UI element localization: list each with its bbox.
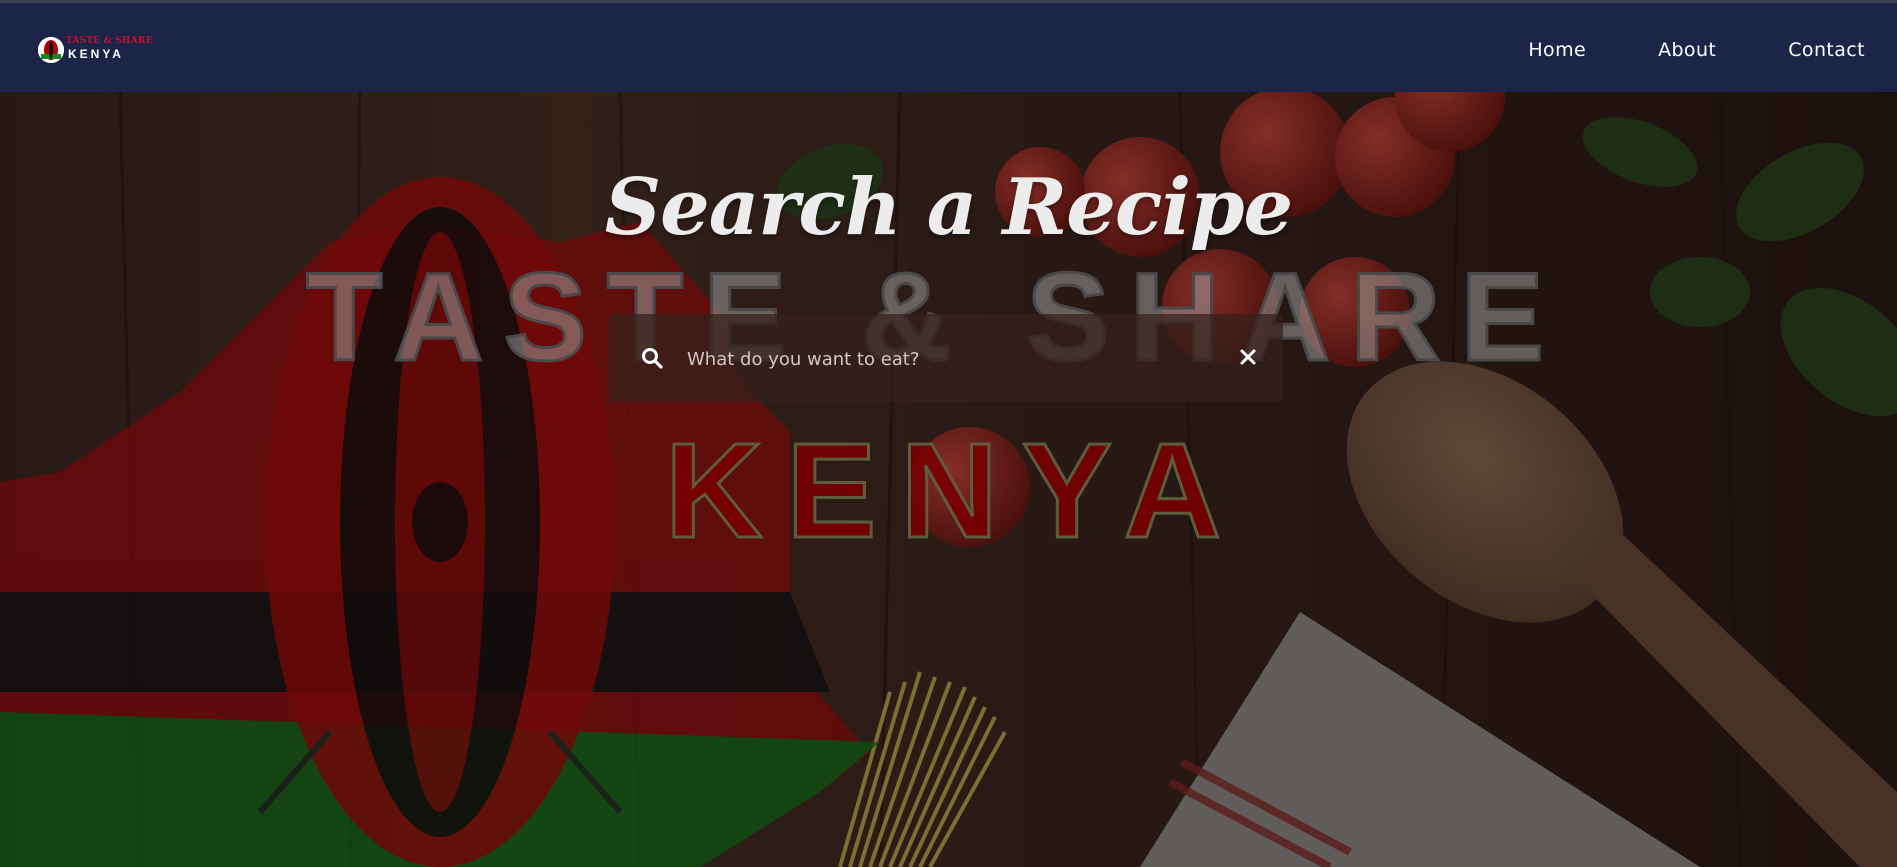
- site-logo[interactable]: TASTE & SHARE KENYA: [38, 35, 153, 65]
- hero-section: TASTE & SHARE KENYA Search a Recipe: [0, 92, 1897, 867]
- recipe-search-box: [609, 314, 1283, 402]
- close-icon[interactable]: [1239, 348, 1257, 366]
- logo-text-bottom: KENYA: [68, 47, 124, 61]
- nav-link-about[interactable]: About: [1658, 39, 1716, 61]
- logo-text-top: TASTE & SHARE: [66, 36, 153, 46]
- search-input[interactable]: [685, 334, 1209, 384]
- page-title: Search a Recipe: [604, 162, 1293, 254]
- search-icon[interactable]: [641, 347, 663, 369]
- nav-link-home[interactable]: Home: [1528, 39, 1586, 61]
- navbar: TASTE & SHARE KENYA Home About Contact: [0, 0, 1897, 92]
- main-nav: Home About Contact: [1528, 39, 1865, 61]
- nav-link-contact[interactable]: Contact: [1788, 39, 1865, 61]
- logo-emblem-icon: [38, 37, 64, 63]
